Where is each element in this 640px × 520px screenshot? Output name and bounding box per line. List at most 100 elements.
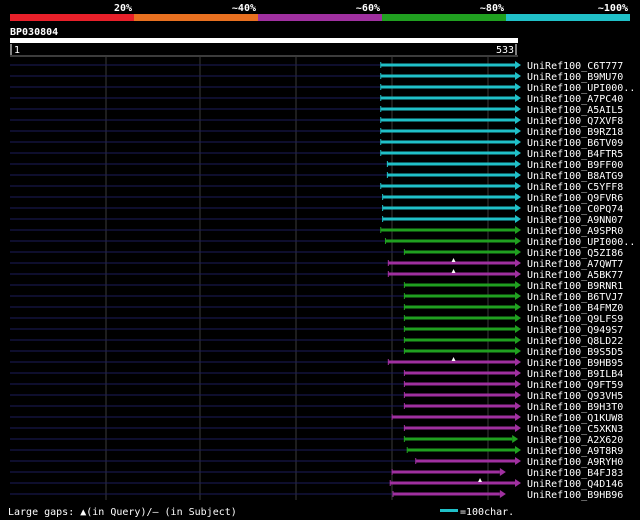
hit-label[interactable]: UniRef100_A9NN07 <box>527 215 623 226</box>
hit-row[interactable]: UniRef100_A5BK77 <box>10 269 623 281</box>
hit-bar <box>387 173 515 177</box>
hit-row[interactable]: UniRef100_B4FTR5 <box>10 149 623 160</box>
hit-row[interactable]: UniRef100_B4FMZ0 <box>10 303 623 314</box>
hit-arrow <box>515 391 521 399</box>
hit-label[interactable]: UniRef100_Q93VH5 <box>527 391 623 402</box>
hit-row[interactable]: UniRef100_B9RZ18 <box>10 127 623 138</box>
hit-row[interactable]: UniRef100_B9MU70 <box>10 72 623 83</box>
query-gap-marker <box>451 269 456 273</box>
hit-row[interactable]: UniRef100_Q9FT59 <box>10 380 623 391</box>
hit-row[interactable]: UniRef100_B9RNR1 <box>10 281 623 292</box>
hit-label[interactable]: UniRef100_B4FJ83 <box>527 468 623 479</box>
hit-label[interactable]: UniRef100_C6T777 <box>527 61 623 72</box>
hit-label[interactable]: UniRef100_B9RZ18 <box>527 127 623 138</box>
hit-label[interactable]: UniRef100_Q7XVF8 <box>527 116 623 127</box>
hit-arrow <box>515 281 521 289</box>
hit-label[interactable]: UniRef100_Q949S7 <box>527 325 623 336</box>
hit-label[interactable]: UniRef100_A9SPR0 <box>527 226 623 237</box>
hit-label[interactable]: UniRef100_B9HB96 <box>527 490 623 501</box>
hit-label[interactable]: UniRef100_Q9FT59 <box>527 380 623 391</box>
hit-label[interactable]: UniRef100_B9ILB4 <box>527 369 623 380</box>
hit-row[interactable]: UniRef100_A5AIL5 <box>10 105 623 116</box>
hit-label[interactable]: UniRef100_Q8LD22 <box>527 336 623 347</box>
hit-row[interactable]: UniRef100_A2X620 <box>10 435 623 446</box>
hit-row[interactable]: UniRef100_Q5ZI86 <box>10 248 623 259</box>
hit-row[interactable]: UniRef100_A9SPR0 <box>10 226 623 237</box>
hit-row[interactable]: UniRef100_B4FJ83 <box>10 468 623 479</box>
hit-row[interactable]: UniRef100_B9S5D5 <box>10 347 623 358</box>
hit-label[interactable]: UniRef100_B9MU70 <box>527 72 623 83</box>
hit-row[interactable]: UniRef100_A7QWT7 <box>10 258 623 270</box>
hit-row[interactable]: UniRef100_B9H3T0 <box>10 402 623 413</box>
hit-row[interactable]: UniRef100_Q1KUW8 <box>10 413 623 424</box>
hit-row[interactable]: UniRef100_B8ATG9 <box>10 171 623 182</box>
hit-label[interactable]: UniRef100_B8ATG9 <box>527 171 623 182</box>
hit-bar <box>380 151 515 155</box>
hit-row[interactable]: UniRef100_A9NN07 <box>10 215 623 226</box>
hit-row[interactable]: UniRef100_Q8LD22 <box>10 336 623 347</box>
hit-label[interactable]: UniRef100_Q9LFS9 <box>527 314 623 325</box>
hit-label[interactable]: UniRef100_C5YFF8 <box>527 182 623 193</box>
scale-segment <box>506 14 630 21</box>
hit-label[interactable]: UniRef100_B9FF00 <box>527 160 623 171</box>
hit-row[interactable]: UniRef100_A7PC40 <box>10 94 623 105</box>
hit-label[interactable]: UniRef100_B9S5D5 <box>527 347 623 358</box>
hit-row[interactable]: UniRef100_A9T8R9 <box>10 446 623 457</box>
hit-row[interactable]: UniRef100_Q9LFS9 <box>10 314 623 325</box>
hit-bar <box>387 162 515 166</box>
hit-row[interactable]: UniRef100_B6TV09 <box>10 138 623 149</box>
hit-row[interactable]: UniRef100_A9RYH0 <box>10 457 623 468</box>
hit-label[interactable]: UniRef100_B9RNR1 <box>527 281 623 292</box>
blast-overview: 20% ~40% ~60% ~80% ~100% BP030804 1 533 UniR… <box>8 3 635 518</box>
hit-arrow <box>515 303 521 311</box>
hit-label[interactable]: UniRef100_B6TVJ7 <box>527 292 623 303</box>
hit-label[interactable]: UniRef100_A2X620 <box>527 435 623 446</box>
hit-row[interactable]: UniRef100_B9ILB4 <box>10 369 623 380</box>
hit-arrow <box>515 237 521 245</box>
hit-arrow <box>515 424 521 432</box>
hit-row[interactable]: UniRef100_UPI000.. <box>10 83 635 94</box>
hit-row[interactable]: UniRef100_B6TVJ7 <box>10 292 623 303</box>
hit-label[interactable]: UniRef100_UPI000.. <box>527 237 635 248</box>
hit-label[interactable]: UniRef100_Q9FVR6 <box>527 193 623 204</box>
hit-bar <box>392 415 515 419</box>
hit-row[interactable]: UniRef100_Q7XVF8 <box>10 116 623 127</box>
hit-row[interactable]: UniRef100_C0PQ74 <box>10 204 623 215</box>
hit-label[interactable]: UniRef100_B6TV09 <box>527 138 623 149</box>
hit-row[interactable]: UniRef100_Q949S7 <box>10 325 623 336</box>
hit-bar <box>404 437 513 441</box>
hit-row[interactable]: UniRef100_B9HB96 <box>10 490 623 501</box>
hit-label[interactable]: UniRef100_B4FMZ0 <box>527 303 623 314</box>
hit-row[interactable]: UniRef100_C6T777 <box>10 61 623 72</box>
hit-label[interactable]: UniRef100_B9HB95 <box>527 358 623 369</box>
hit-label[interactable]: UniRef100_C5XKN3 <box>527 424 623 435</box>
hit-label[interactable]: UniRef100_A7QWT7 <box>527 259 623 270</box>
hit-label[interactable]: UniRef100_A5BK77 <box>527 270 623 281</box>
hit-arrow <box>515 105 521 113</box>
hit-label[interactable]: UniRef100_A5AIL5 <box>527 105 623 116</box>
hit-bar <box>404 294 515 298</box>
gridlines <box>105 56 489 500</box>
hit-label[interactable]: UniRef100_B9H3T0 <box>527 402 623 413</box>
hit-row[interactable]: UniRef100_Q9FVR6 <box>10 193 623 204</box>
hit-arrow <box>515 248 521 256</box>
hit-row[interactable]: UniRef100_Q93VH5 <box>10 391 623 402</box>
hit-label[interactable]: UniRef100_Q1KUW8 <box>527 413 623 424</box>
hit-label[interactable]: UniRef100_C0PQ74 <box>527 204 623 215</box>
hit-row[interactable]: UniRef100_B9FF00 <box>10 160 623 171</box>
hit-label[interactable]: UniRef100_A9RYH0 <box>527 457 623 468</box>
hit-row[interactable]: UniRef100_UPI000.. <box>10 237 635 248</box>
hit-label[interactable]: UniRef100_Q4D146 <box>527 479 623 490</box>
hit-row[interactable]: UniRef100_B9HB95 <box>10 357 623 369</box>
hit-row[interactable]: UniRef100_C5XKN3 <box>10 424 623 435</box>
hit-label[interactable]: UniRef100_A9T8R9 <box>527 446 623 457</box>
hit-row[interactable]: UniRef100_C5YFF8 <box>10 182 623 193</box>
hit-arrow <box>515 380 521 388</box>
hit-row[interactable]: UniRef100_Q4D146 <box>10 478 623 490</box>
hit-label[interactable]: UniRef100_B4FTR5 <box>527 149 623 160</box>
hit-bar <box>404 382 515 386</box>
hit-label[interactable]: UniRef100_UPI000.. <box>527 83 635 94</box>
hit-label[interactable]: UniRef100_Q5ZI86 <box>527 248 623 259</box>
hit-label[interactable]: UniRef100_A7PC40 <box>527 94 623 105</box>
hit-arrow <box>515 292 521 300</box>
